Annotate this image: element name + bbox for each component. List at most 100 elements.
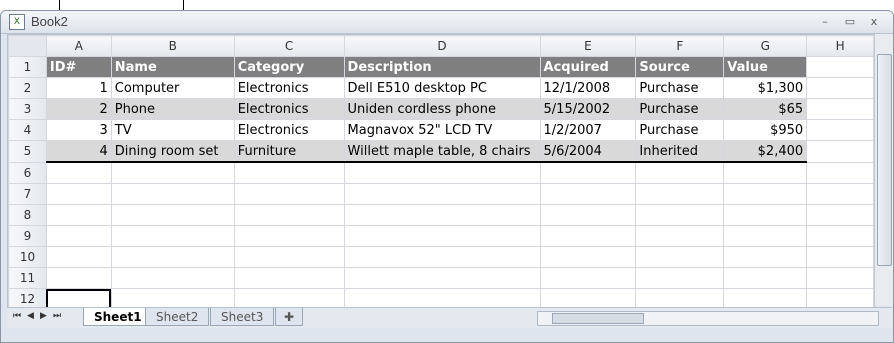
cell[interactable] [110,288,235,307]
cell[interactable] [233,161,345,184]
last-sheet-icon[interactable]: ⏭ [53,311,61,321]
cell[interactable]: Electronics [233,98,345,120]
row-header[interactable]: 3 [8,98,47,120]
cell[interactable] [539,246,637,268]
cell[interactable] [343,204,541,226]
cell[interactable]: 1/2/2007 [539,119,637,141]
select-all-corner[interactable] [8,35,47,57]
cell[interactable] [635,225,725,247]
cell[interactable]: 4 [45,140,112,163]
next-sheet-icon[interactable]: ▶ [40,311,47,321]
cell[interactable] [45,246,112,268]
cell[interactable]: Magnavox 52" LCD TV [343,119,541,141]
cell[interactable] [635,161,725,184]
horizontal-scrollbar[interactable] [537,311,879,326]
cell[interactable]: Description [343,56,541,78]
cell[interactable] [110,204,235,226]
cell[interactable]: Electronics [233,77,345,99]
row-header[interactable]: 11 [8,267,47,289]
cell[interactable] [233,246,345,268]
cell[interactable] [806,204,874,226]
vertical-scrollbar[interactable] [874,34,893,306]
spreadsheet-grid[interactable]: A B C D E F G H 1 ID# Name Category Descript… [7,34,875,308]
column-header[interactable]: D [343,35,541,57]
cell[interactable] [635,267,725,289]
tab-sheet1[interactable]: Sheet1 [83,308,153,326]
row-header[interactable]: 10 [8,246,47,268]
cell[interactable]: Dining room set [110,140,235,163]
cell[interactable]: Furniture [233,140,345,163]
cell[interactable] [806,161,874,184]
cell[interactable] [45,225,112,247]
horizontal-scroll-thumb[interactable] [552,313,644,324]
cell[interactable] [723,161,808,184]
cell[interactable]: Acquired [539,56,637,78]
cell[interactable] [539,288,637,307]
cell[interactable] [806,267,874,289]
cell[interactable] [539,161,637,184]
cell[interactable]: $65 [723,98,808,120]
cell[interactable] [723,267,808,289]
row-header[interactable]: 1 [8,56,47,78]
cell[interactable]: 5/6/2004 [539,140,637,163]
prev-sheet-icon[interactable]: ◀ [27,311,34,321]
cell[interactable]: Computer [110,77,235,99]
column-header[interactable]: H [806,35,874,57]
insert-sheet-icon[interactable]: ✚ [275,308,304,326]
cell[interactable]: Electronics [233,119,345,141]
cell[interactable] [723,204,808,226]
cell[interactable] [110,225,235,247]
row-header[interactable]: 12 [8,288,47,307]
cell[interactable] [45,161,112,184]
column-header[interactable]: E [539,35,637,57]
first-sheet-icon[interactable]: ⏮ [13,311,21,321]
row-header[interactable]: 2 [8,77,47,99]
cell[interactable] [635,204,725,226]
cell[interactable] [806,56,874,78]
cell[interactable] [233,267,345,289]
cell[interactable] [233,183,345,205]
active-cell[interactable] [45,288,112,307]
cell[interactable]: 2 [45,98,112,120]
row-header[interactable]: 8 [8,204,47,226]
column-header[interactable]: B [110,35,235,57]
cell[interactable]: 12/1/2008 [539,77,637,99]
cell[interactable]: Name [110,56,235,78]
cell[interactable]: $1,300 [723,77,808,99]
cell[interactable] [539,267,637,289]
cell[interactable]: Uniden cordless phone [343,98,541,120]
cell[interactable] [343,267,541,289]
cell[interactable] [343,183,541,205]
cell[interactable]: Purchase [635,119,725,141]
cell[interactable] [343,161,541,184]
cell[interactable] [539,183,637,205]
minimize-icon[interactable]: – [816,14,834,30]
cell[interactable] [635,288,725,307]
cell[interactable] [45,267,112,289]
close-icon[interactable]: x [865,14,883,30]
cell[interactable] [110,161,235,184]
row-header[interactable]: 9 [8,225,47,247]
cell[interactable] [233,225,345,247]
column-header[interactable]: G [723,35,808,57]
restore-icon[interactable]: ▭ [841,14,859,30]
cell[interactable]: Phone [110,98,235,120]
cell[interactable] [233,204,345,226]
cell[interactable]: Value [723,56,808,78]
cell[interactable]: Source [635,56,725,78]
cell[interactable]: Category [233,56,345,78]
cell[interactable] [635,246,725,268]
cell[interactable] [110,267,235,289]
row-header[interactable]: 4 [8,119,47,141]
cell[interactable]: 1 [45,77,112,99]
cell[interactable] [110,246,235,268]
cell[interactable] [343,246,541,268]
cell[interactable]: Purchase [635,98,725,120]
cell[interactable] [806,288,874,307]
cell[interactable]: TV [110,119,235,141]
cell[interactable]: Willett maple table, 8 chairs [343,140,541,163]
cell[interactable] [723,288,808,307]
column-header[interactable]: C [233,35,345,57]
cell[interactable]: 3 [45,119,112,141]
cell[interactable] [806,246,874,268]
